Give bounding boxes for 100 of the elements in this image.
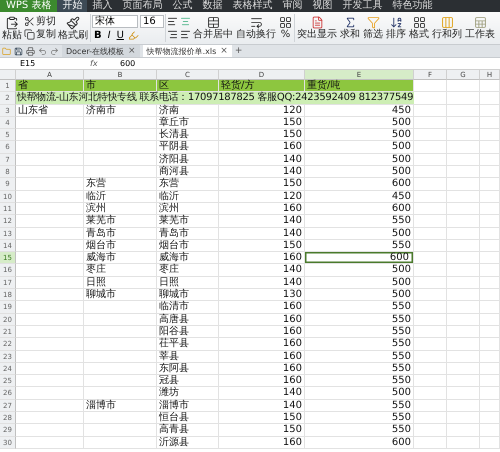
table-cell: 恒台县 [157,412,219,424]
table-cell: 冠县 [157,375,219,388]
document-tab[interactable]: Docer-在线模板 × [62,45,140,57]
empty-cell [480,412,500,424]
empty-cell [447,264,480,277]
copy-button[interactable]: 复制 [24,29,56,40]
table-cell: 130 [219,289,305,302]
empty-cell [447,178,480,191]
table-cell: 500 [305,387,414,400]
close-tab-button[interactable]: × [128,46,136,56]
empty-cell [480,92,500,105]
menu-tab[interactable]: 表格样式 [227,0,278,12]
printer-icon[interactable] [26,46,35,56]
table-cell: 烟台市 [157,240,219,252]
table-cell: 济南 [157,104,219,117]
table-cell: 550 [305,215,414,228]
empty-cell [447,116,480,130]
scissors-icon [24,16,35,27]
align-justify-icon[interactable] [180,29,191,40]
table-cell: 140 [219,228,305,240]
redo-icon[interactable] [50,46,59,56]
align-right-icon[interactable] [167,29,178,40]
save-icon[interactable] [14,46,23,56]
header-cell: 市 [84,80,157,92]
align-left-icon[interactable] [167,16,178,27]
italic-button[interactable]: I [106,30,113,41]
menu-tab[interactable]: 开始 [57,0,88,12]
menu-tab[interactable]: 开发工具 [337,0,388,12]
font-size-field[interactable]: 16 [140,15,164,28]
document-tab[interactable]: 快帮物流报价单.xls × [142,45,232,57]
table-cell: 160 [219,375,305,388]
table-cell: 140 [219,154,305,166]
empty-cell [447,387,480,400]
fill-color-icon[interactable] [128,30,139,41]
table-cell: 东阿县 [157,362,219,376]
table-cell: 150 [219,129,305,142]
table-cell: 550 [305,362,414,376]
empty-cell [480,215,500,228]
wrap-text-button[interactable]: 自动换行 [235,16,277,40]
highlight-button[interactable]: 突出显示 [296,16,338,40]
empty-cell [480,338,500,351]
table-cell: 500 [305,141,414,154]
empty-cell [447,350,480,363]
sort-icon [390,16,402,29]
table-cell: 550 [305,412,414,424]
empty-cell [447,228,480,240]
table-cell: 120 [219,104,305,117]
table-cell: 160 [219,252,305,264]
table-cell: 章丘市 [157,116,219,130]
filter-button[interactable]: 筛选 [362,16,384,40]
sum-button[interactable]: 求和 [339,16,361,40]
table-cell: 东营 [157,178,219,191]
table-cell: 550 [305,240,414,252]
worksheet-button[interactable]: 工作表 [464,16,496,40]
empty-cell [480,166,500,178]
empty-cell [447,436,480,449]
table-cell: 550 [305,314,414,326]
new-tab-button[interactable]: + [234,46,242,56]
font-field[interactable]: 宋体 [92,15,138,28]
table-cell: 160 [219,202,305,216]
columns-icon [440,16,454,29]
merge-center-button[interactable]: 合并居中 [192,16,234,40]
menu-tab[interactable]: 插入 [87,0,118,12]
folder-icon[interactable] [2,46,11,56]
menu-tab[interactable]: 特色功能 [387,0,438,12]
header-cell: 轻货/方 [219,80,305,92]
menu-tab[interactable]: 页面布局 [117,0,168,12]
format-painter-button[interactable]: 格式刷 [57,16,89,40]
wrap-text-icon [250,16,262,29]
menu-tab[interactable]: 公式 [167,0,198,12]
fx-label: fx [90,59,99,68]
table-cell: 长清县 [157,129,219,142]
undo-icon[interactable] [38,46,47,56]
formula-field[interactable]: 600 [120,59,136,68]
menu-tab[interactable]: 数据 [197,0,228,12]
empty-cell [480,424,500,437]
format-button[interactable]: 格式 [408,16,430,40]
underline-button[interactable]: U [114,30,126,41]
grid-icon [279,16,292,29]
percent-button[interactable]: % [278,16,293,40]
app-logo[interactable]: WPS 表格 [0,0,58,12]
empty-cell [480,314,500,326]
cut-button[interactable]: 剪切 [24,16,56,27]
empty-cell [480,264,500,277]
table-cell: 青岛市 [84,228,157,240]
bold-button[interactable]: B [92,30,104,41]
table-cell: 500 [305,166,414,178]
table-cell: 120 [219,190,305,203]
empty-cell [447,80,480,92]
close-tab-button[interactable]: × [220,46,228,56]
table-cell: 550 [305,326,414,338]
paste-button[interactable]: 粘贴 [1,16,23,40]
sort-button[interactable]: 排序 [385,16,407,40]
table-cell: 450 [305,104,414,117]
table-cell: 滨州 [157,202,219,216]
empty-cell [480,240,500,252]
menu-tab[interactable]: 视图 [307,0,338,12]
table-cell: 平阴县 [157,141,219,154]
rows-columns-button[interactable]: 行和列 [431,16,463,40]
name-box[interactable]: E15 [0,59,90,68]
